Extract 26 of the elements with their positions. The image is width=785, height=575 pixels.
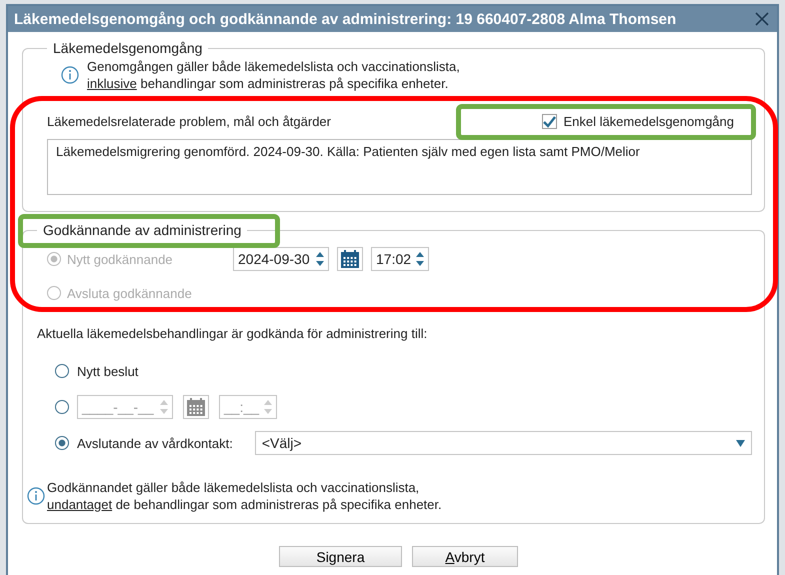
info-text: Godkännandet gäller både läkemedelslista och vaccinationslista, undantaget de behandlingar som administreras på specifika enheter.	[47, 479, 442, 513]
notes-field[interactable]: Läkemedelsmigrering genomförd. 2024-09-30. Källa: Patienten själv med egen lista samt PMO/Melior	[47, 139, 752, 195]
window-title: Läkemedelsgenomgång och godkännande av administrering: 19 660407-2808 Alma Thomsen	[14, 10, 676, 28]
close-icon[interactable]	[755, 12, 769, 26]
dropdown-arrow-icon	[736, 440, 745, 446]
dialog-button[interactable]: Avbryt	[412, 546, 518, 567]
checkbox[interactable]	[542, 114, 558, 129]
section-title: Godkännande av administrering	[42, 222, 242, 238]
checkbox-label: Enkel läkemedelsgenomgång	[563, 114, 734, 129]
dialog-button[interactable]: Signera	[279, 546, 402, 567]
field-label: Läkemedelsrelaterade problem, mål och åtgärder	[47, 114, 331, 129]
radio-label: Nytt godkännande	[67, 252, 174, 266]
radio-button[interactable]	[55, 400, 69, 414]
radio-button[interactable]	[55, 436, 69, 450]
dropdown-field[interactable]: <Välj>	[254, 431, 752, 455]
prompt-text: Aktuella läkemedelsbehandlingar är godkända för administrering till:	[37, 326, 428, 341]
spinner-icon[interactable]	[416, 251, 424, 267]
radio-label: Nytt beslut	[77, 364, 138, 378]
radio-label: Avsluta godkännande	[67, 286, 193, 300]
section-title: Läkemedelsgenomgång	[52, 40, 204, 56]
info-icon	[61, 66, 79, 84]
info-text: Genomgången gäller både läkemedelslista och vaccinationslista, inklusive behandlingar som administreras på specifika enheter.	[87, 58, 460, 92]
spinner-icon[interactable]	[316, 251, 324, 267]
radio-label: Avslutande av vårdkontakt:	[77, 436, 233, 450]
info-icon	[27, 487, 45, 505]
radio-button[interactable]	[55, 364, 69, 378]
